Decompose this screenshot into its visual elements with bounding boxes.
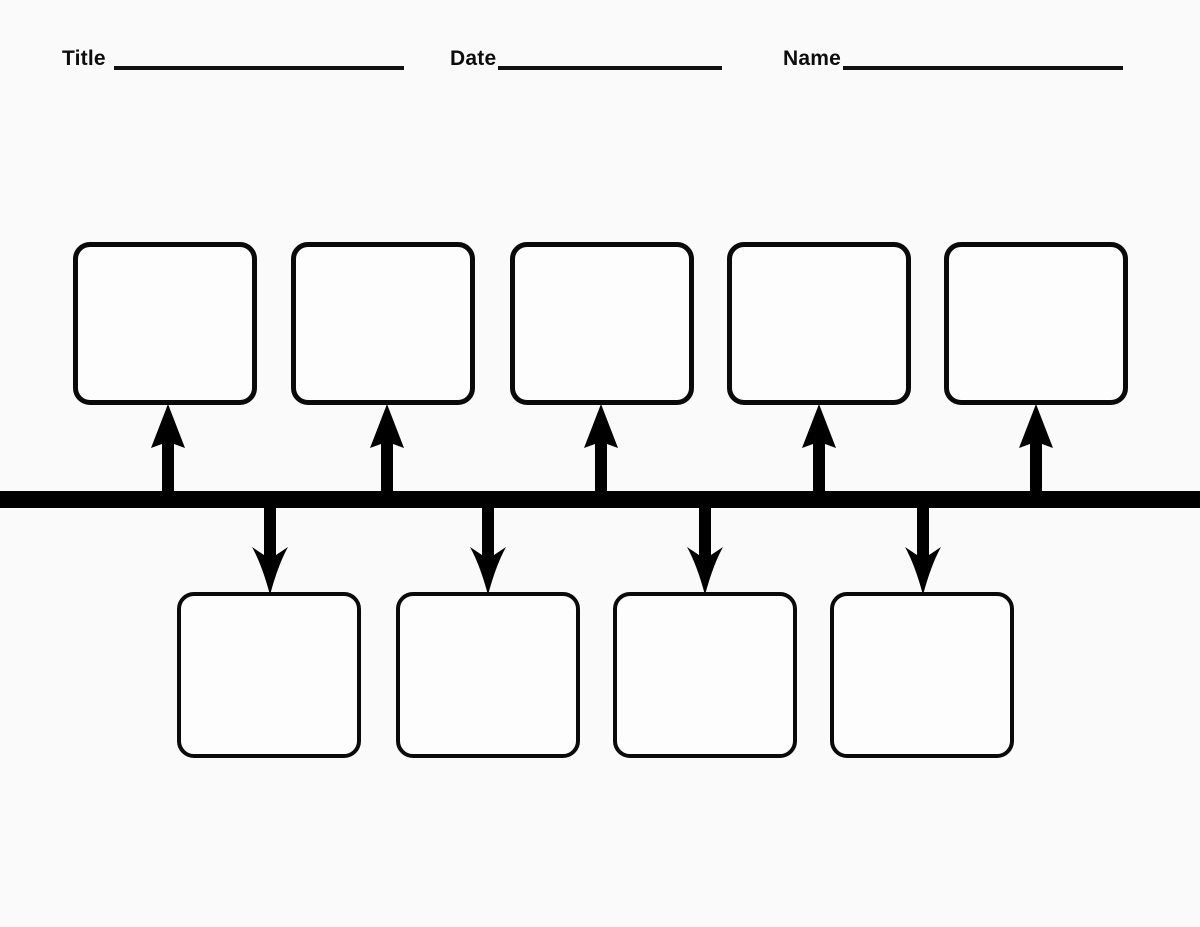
up-arrow-icon-5	[1006, 404, 1066, 496]
date-field[interactable]: Date	[450, 38, 723, 72]
up-arrow-icon-4	[789, 404, 849, 496]
date-field-rule[interactable]	[498, 66, 723, 70]
down-arrow-icon-2	[458, 503, 518, 595]
top-event-box-4[interactable]	[727, 242, 911, 405]
top-event-box-2[interactable]	[291, 242, 475, 405]
top-event-box-5[interactable]	[944, 242, 1128, 405]
down-arrow-icon-1	[240, 503, 300, 595]
name-field-label: Name	[783, 47, 841, 70]
name-field[interactable]: Name	[783, 38, 1123, 72]
down-arrow-icon-4	[893, 503, 953, 595]
timeline-bar	[0, 491, 1200, 508]
bottom-event-box-1[interactable]	[177, 592, 361, 758]
title-field-rule[interactable]	[113, 66, 404, 70]
bottom-event-box-2[interactable]	[396, 592, 580, 758]
title-field-label: Title	[62, 47, 106, 70]
down-arrow-icon-3	[675, 503, 735, 595]
top-event-box-3[interactable]	[510, 242, 694, 405]
name-field-rule[interactable]	[843, 66, 1123, 70]
title-field[interactable]: Title	[62, 38, 404, 72]
up-arrow-icon-1	[138, 404, 198, 496]
top-event-box-1[interactable]	[73, 242, 257, 405]
up-arrow-icon-3	[571, 404, 631, 496]
date-field-label: Date	[450, 47, 497, 70]
worksheet-page: Title Date Name	[0, 0, 1200, 927]
up-arrow-icon-2	[357, 404, 417, 496]
bottom-event-box-3[interactable]	[613, 592, 797, 758]
bottom-event-box-4[interactable]	[830, 592, 1014, 758]
